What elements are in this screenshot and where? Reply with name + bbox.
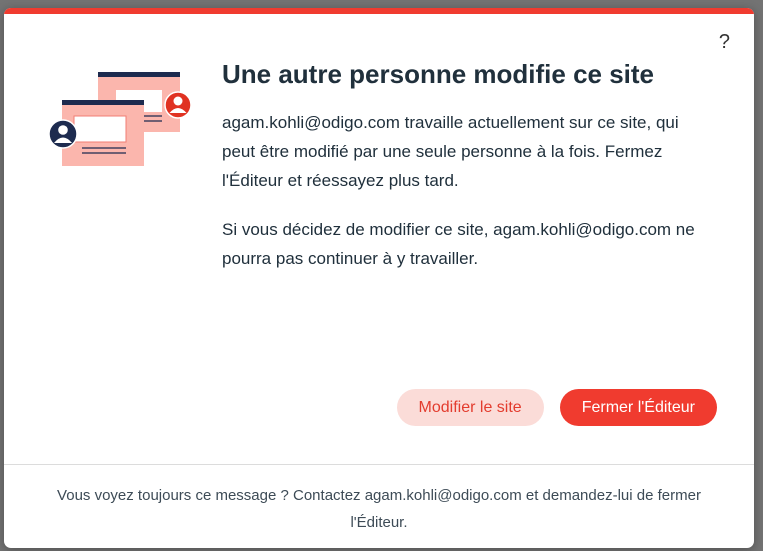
dialog-accent-bar (4, 8, 754, 14)
dialog-content: Une autre personne modifie ce site agam.… (222, 56, 712, 273)
concurrent-editing-dialog: ? Une autre personne modifie ce site aga… (4, 8, 754, 548)
dialog-actions: Modifier le site Fermer l'Éditeur (396, 389, 717, 426)
dialog-footer-text: Vous voyez toujours ce message ? Contact… (57, 487, 701, 531)
concurrent-editing-illustration (48, 72, 192, 166)
dialog-message-paragraph: agam.kohli@odigo.com travaille actuellem… (222, 113, 679, 190)
user-avatar-icon (48, 119, 78, 149)
dialog-title: Une autre personne modifie ce site (222, 59, 655, 89)
help-button[interactable]: ? (719, 32, 730, 52)
close-editor-button[interactable]: Fermer l'Éditeur (559, 389, 717, 426)
footer-divider (4, 464, 754, 465)
edit-site-button[interactable]: Modifier le site (396, 389, 544, 426)
user-avatar-icon (164, 91, 192, 119)
dialog-message-paragraph: Si vous décidez de modifier ce site, aga… (222, 220, 695, 268)
